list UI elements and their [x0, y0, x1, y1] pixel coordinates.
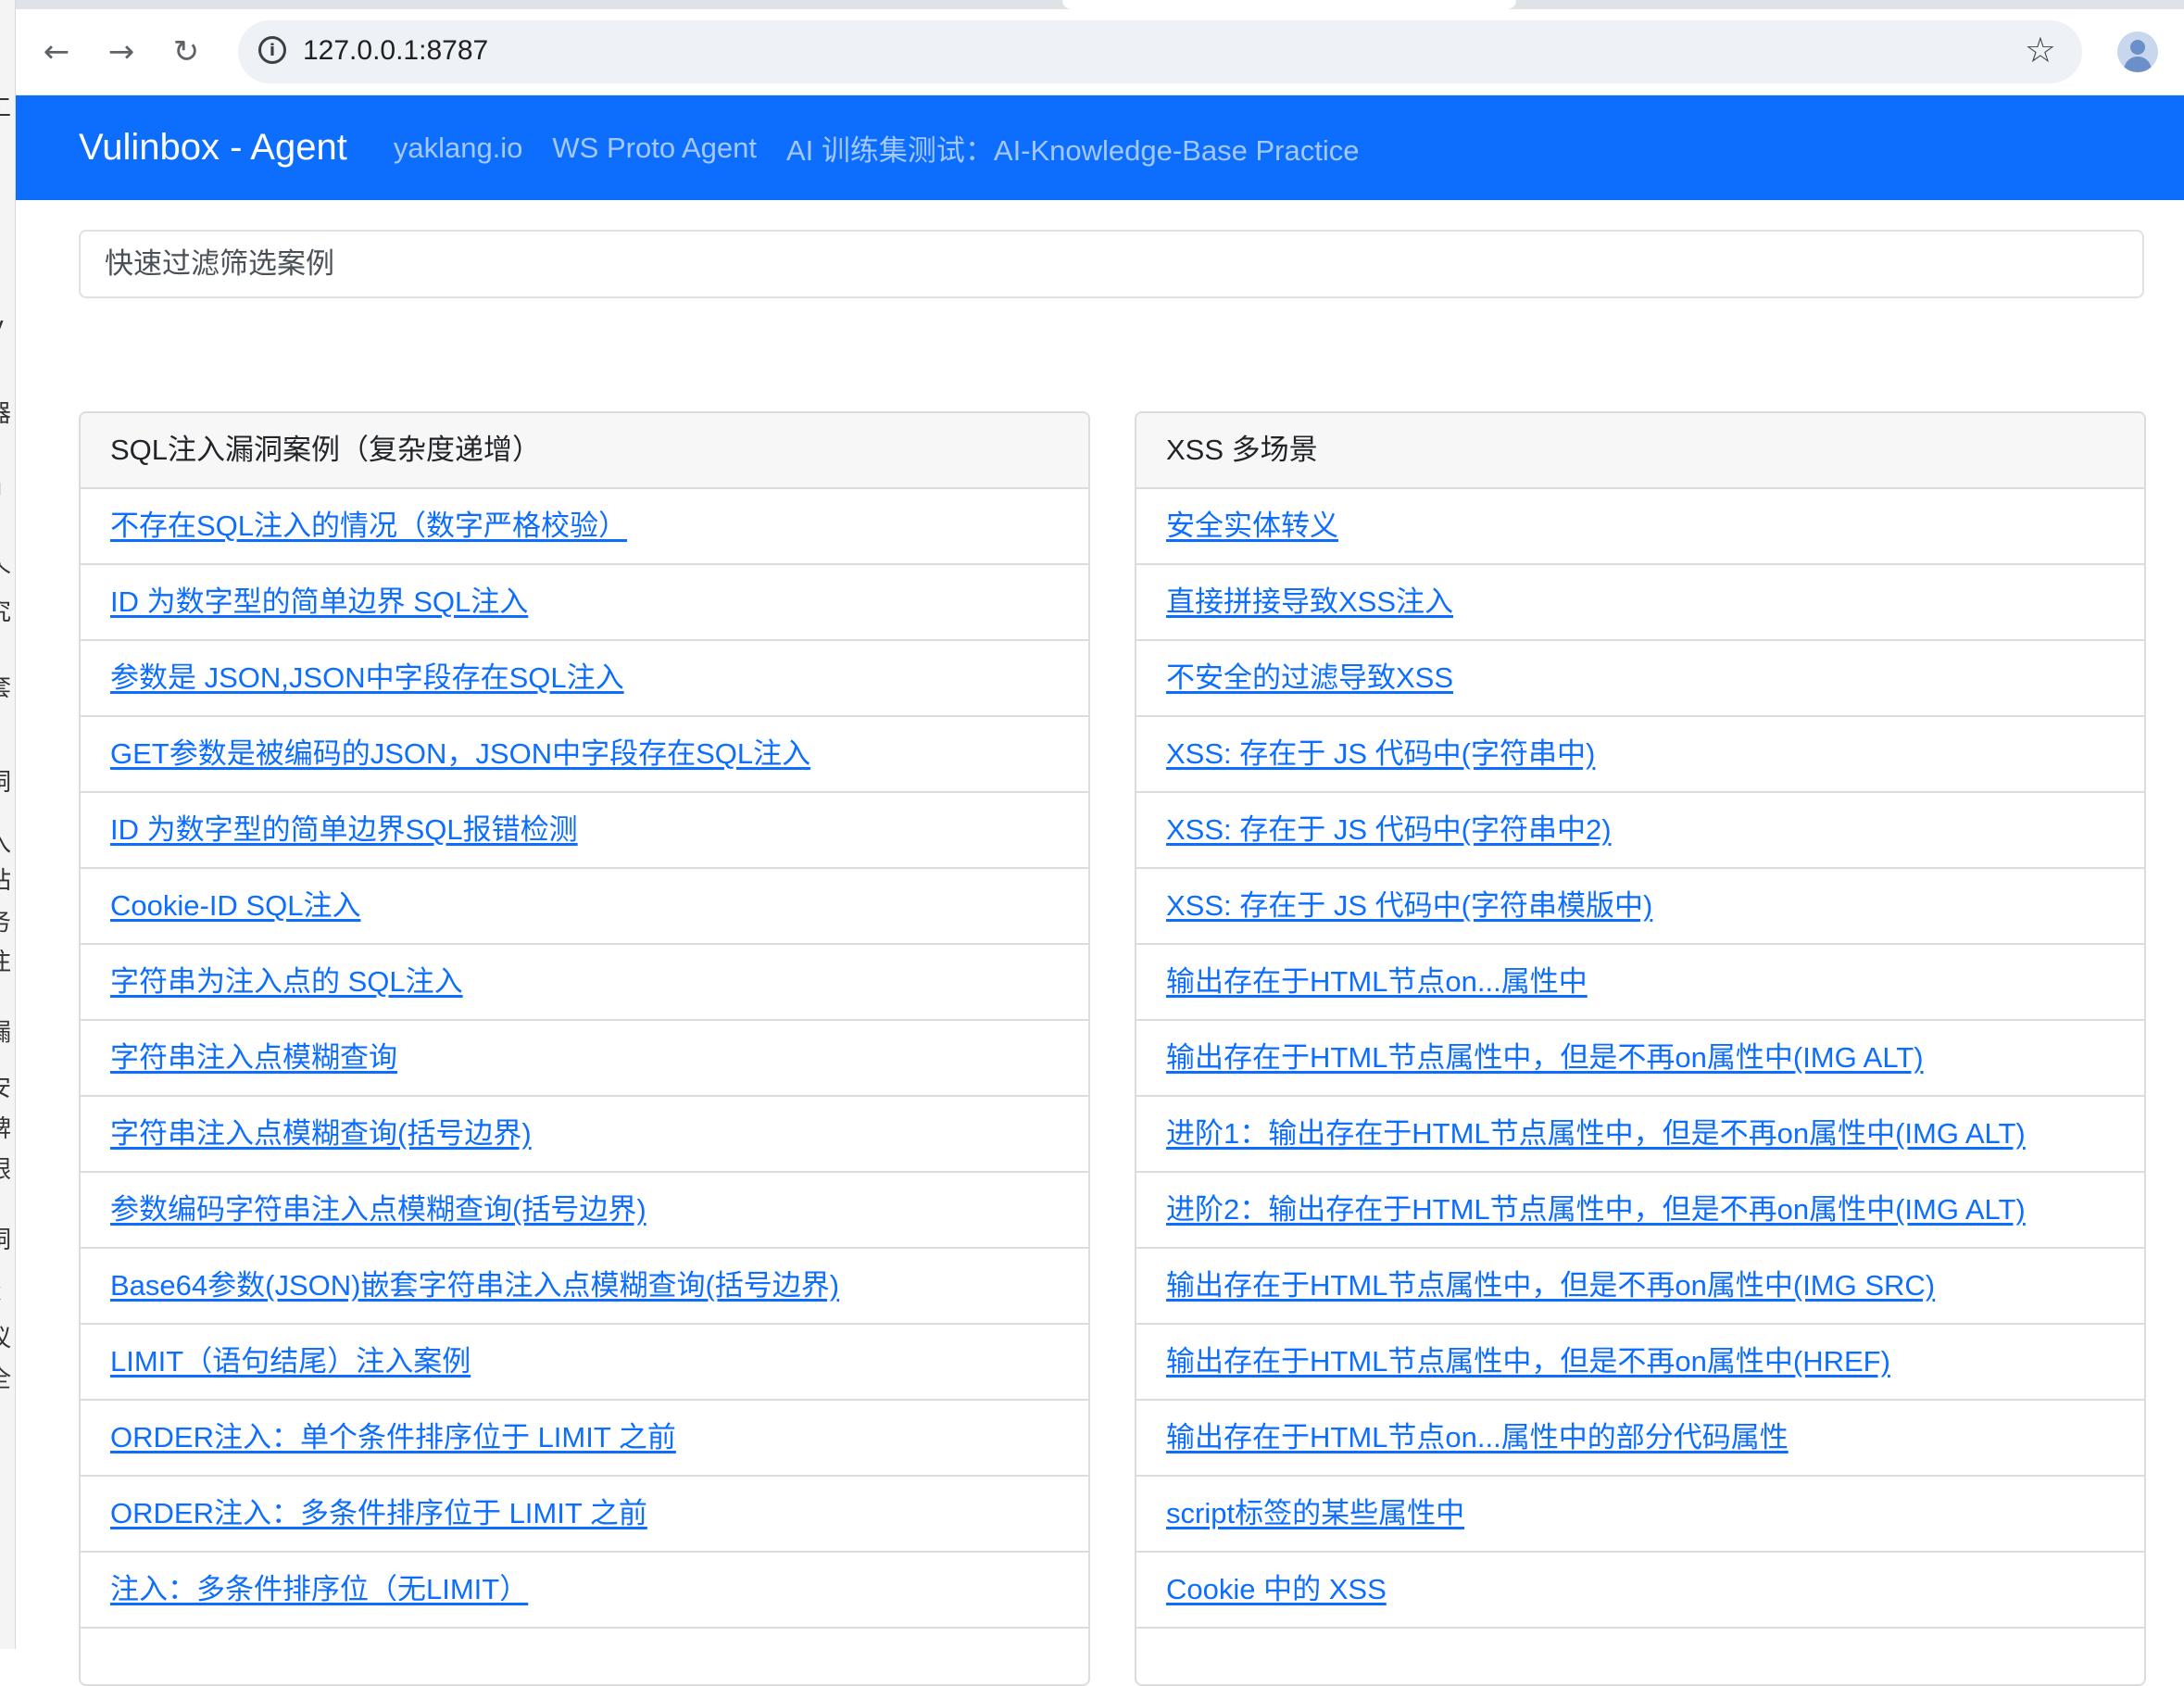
reload-icon[interactable]: ↻: [164, 30, 208, 74]
case-link[interactable]: 不安全的过滤导致XSS: [1166, 661, 1453, 694]
background-window-edge: 工 V 器 g 个 究 套 洞 入 站 务 注 漏 安 牌 跟 洞 k 议 全: [0, 0, 16, 1649]
sql-injection-card: SQL注入漏洞案例（复杂度递增） 不存在SQL注入的情况（数字严格校验） ID 为…: [79, 411, 1090, 1686]
case-link[interactable]: ID 为数字型的简单边界SQL报错检测: [110, 813, 578, 846]
back-icon[interactable]: ←: [34, 30, 79, 74]
browser-toolbar: ← → ↻ i 127.0.0.1:8787 ☆: [16, 9, 2184, 95]
list-item: LIMIT（语句结尾）注入案例: [81, 1325, 1088, 1401]
case-link[interactable]: 输出存在于HTML节点属性中，但是不再on属性中(HREF): [1166, 1345, 1890, 1378]
list-item: Base64参数(JSON)嵌套字符串注入点模糊查询(括号边界): [81, 1249, 1088, 1325]
case-link[interactable]: 输出存在于HTML节点属性中，但是不再on属性中(IMG ALT): [1166, 1041, 1924, 1074]
url-text[interactable]: 127.0.0.1:8787: [303, 35, 488, 67]
case-link[interactable]: 参数是 JSON,JSON中字段存在SQL注入: [110, 661, 624, 694]
case-link[interactable]: GET参数是被编码的JSON，JSON中字段存在SQL注入: [110, 737, 810, 770]
list-item: 注入：多条件排序位（无LIMIT）: [81, 1553, 1088, 1629]
case-link[interactable]: Cookie 中的 XSS: [1166, 1573, 1387, 1605]
case-link[interactable]: ORDER注入：多条件排序位于 LIMIT 之前: [110, 1497, 647, 1529]
case-link[interactable]: 输出存在于HTML节点on...属性中: [1166, 965, 1588, 998]
case-link[interactable]: 安全实体转义: [1166, 510, 1338, 542]
case-link[interactable]: XSS: 存在于 JS 代码中(字符串中): [1166, 737, 1595, 770]
case-link[interactable]: 字符串为注入点的 SQL注入: [110, 965, 463, 998]
case-link[interactable]: 参数编码字符串注入点模糊查询(括号边界): [110, 1193, 646, 1226]
site-navbar: Vulinbox - Agent yaklang.io WS Proto Age…: [16, 95, 2184, 200]
case-link[interactable]: 不存在SQL注入的情况（数字严格校验）: [110, 510, 627, 542]
case-link[interactable]: 进阶2：输出存在于HTML节点属性中，但是不再on属性中(IMG ALT): [1166, 1193, 2026, 1226]
list-item: 字符串注入点模糊查询: [81, 1021, 1088, 1097]
active-tab[interactable]: [1062, 0, 1516, 9]
site-info-icon[interactable]: i: [258, 36, 286, 64]
list-item: 参数是 JSON,JSON中字段存在SQL注入: [81, 641, 1088, 717]
list-item: ORDER注入：单个条件排序位于 LIMIT 之前: [81, 1401, 1088, 1477]
list-item: Cookie-ID SQL注入: [81, 869, 1088, 945]
list-item: ORDER注入：多条件排序位于 LIMIT 之前: [81, 1477, 1088, 1553]
forward-icon[interactable]: →: [99, 30, 144, 74]
list-item: XSS: 存在于 JS 代码中(字符串中2): [1136, 793, 2144, 869]
case-link[interactable]: Cookie-ID SQL注入: [110, 889, 360, 922]
filter-input[interactable]: 快速过滤筛选案例: [79, 230, 2144, 298]
list-item: 进阶1：输出存在于HTML节点属性中，但是不再on属性中(IMG ALT): [1136, 1097, 2144, 1173]
list-item: XSS: 存在于 JS 代码中(字符串模版中): [1136, 869, 2144, 945]
list-item: GET参数是被编码的JSON，JSON中字段存在SQL注入: [81, 717, 1088, 793]
case-list: 不存在SQL注入的情况（数字严格校验） ID 为数字型的简单边界 SQL注入参数是…: [81, 489, 1088, 1629]
card-header: XSS 多场景: [1136, 413, 2144, 489]
nav-link-ai-knowledge-base[interactable]: AI 训练集测试：AI-Knowledge-Base Practice: [786, 127, 1360, 169]
list-item: 输出存在于HTML节点on...属性中: [1136, 945, 2144, 1021]
card-header: SQL注入漏洞案例（复杂度递增）: [81, 413, 1088, 489]
nav-link-ws-proto-agent[interactable]: WS Proto Agent: [552, 132, 757, 165]
case-link[interactable]: Base64参数(JSON)嵌套字符串注入点模糊查询(括号边界): [110, 1269, 839, 1302]
profile-icon[interactable]: [2117, 31, 2158, 72]
case-list: 安全实体转义直接拼接导致XSS注入 不安全的过滤导致XSS XSS: 存在于 JS …: [1136, 489, 2144, 1629]
case-link[interactable]: 输出存在于HTML节点on...属性中的部分代码属性: [1166, 1421, 1789, 1453]
case-link[interactable]: 进阶1：输出存在于HTML节点属性中，但是不再on属性中(IMG ALT): [1166, 1117, 2026, 1150]
case-link[interactable]: ID 为数字型的简单边界 SQL注入: [110, 585, 528, 618]
case-link[interactable]: ORDER注入：单个条件排序位于 LIMIT 之前: [110, 1421, 676, 1453]
list-item: 字符串为注入点的 SQL注入: [81, 945, 1088, 1021]
case-link[interactable]: XSS: 存在于 JS 代码中(字符串中2): [1166, 813, 1612, 846]
case-link[interactable]: 直接拼接导致XSS注入: [1166, 585, 1453, 618]
address-bar[interactable]: i 127.0.0.1:8787 ☆: [238, 20, 2082, 83]
list-item: ID 为数字型的简单边界SQL报错检测: [81, 793, 1088, 869]
list-item: Cookie 中的 XSS: [1136, 1553, 2144, 1629]
list-item: 输出存在于HTML节点属性中，但是不再on属性中(IMG ALT): [1136, 1021, 2144, 1097]
list-item: 直接拼接导致XSS注入: [1136, 565, 2144, 641]
list-item: ID 为数字型的简单边界 SQL注入: [81, 565, 1088, 641]
list-item: 安全实体转义: [1136, 489, 2144, 565]
case-link[interactable]: 字符串注入点模糊查询(括号边界): [110, 1117, 532, 1150]
xss-card: XSS 多场景 安全实体转义直接拼接导致XSS注入 不安全的过滤导致XSS XSS:…: [1135, 411, 2146, 1686]
tab-strip: [16, 0, 2184, 9]
list-item: 进阶2：输出存在于HTML节点属性中，但是不再on属性中(IMG ALT): [1136, 1173, 2144, 1249]
case-link[interactable]: LIMIT（语句结尾）注入案例: [110, 1345, 471, 1378]
list-item: 输出存在于HTML节点属性中，但是不再on属性中(HREF): [1136, 1325, 2144, 1401]
browser-window: ← → ↻ i 127.0.0.1:8787 ☆ Vulinbox - Agen…: [16, 0, 2184, 1686]
list-item: XSS: 存在于 JS 代码中(字符串中): [1136, 717, 2144, 793]
list-item: 参数编码字符串注入点模糊查询(括号边界): [81, 1173, 1088, 1249]
case-link[interactable]: script标签的某些属性中: [1166, 1497, 1464, 1529]
case-link[interactable]: XSS: 存在于 JS 代码中(字符串模版中): [1166, 889, 1652, 922]
list-item: 不安全的过滤导致XSS: [1136, 641, 2144, 717]
case-link[interactable]: 输出存在于HTML节点属性中，但是不再on属性中(IMG SRC): [1166, 1269, 1935, 1302]
list-item: 输出存在于HTML节点属性中，但是不再on属性中(IMG SRC): [1136, 1249, 2144, 1325]
brand-link[interactable]: Vulinbox - Agent: [79, 127, 347, 169]
list-item: 字符串注入点模糊查询(括号边界): [81, 1097, 1088, 1173]
list-item: 输出存在于HTML节点on...属性中的部分代码属性: [1136, 1401, 2144, 1477]
list-item: script标签的某些属性中: [1136, 1477, 2144, 1553]
bookmark-star-icon[interactable]: ☆: [2025, 30, 2056, 70]
list-item: 不存在SQL注入的情况（数字严格校验）: [81, 489, 1088, 565]
case-link[interactable]: 字符串注入点模糊查询: [110, 1041, 397, 1074]
case-link[interactable]: 注入：多条件排序位（无LIMIT）: [110, 1573, 528, 1605]
nav-link-yaklang[interactable]: yaklang.io: [394, 132, 523, 165]
